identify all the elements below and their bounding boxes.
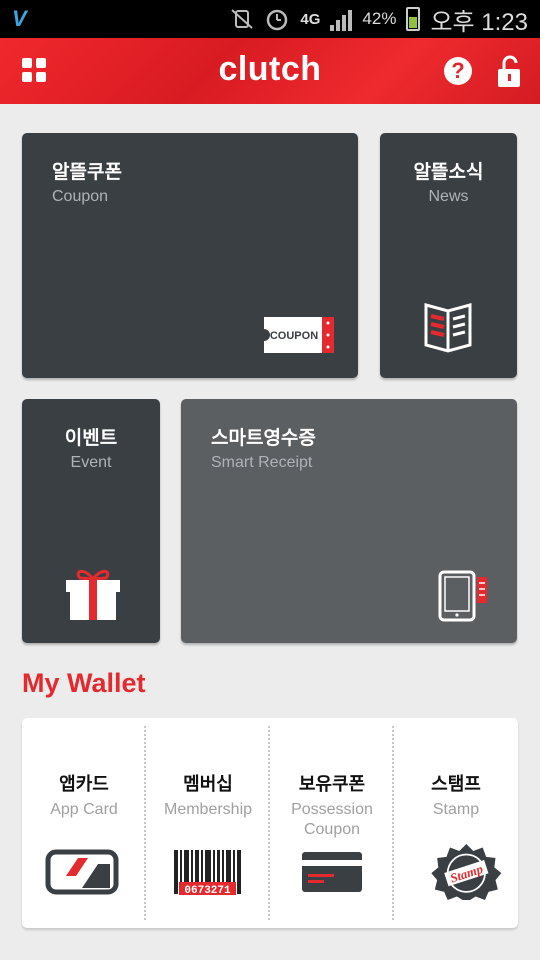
card-icon <box>302 852 362 892</box>
coupon-icon-text: COUPON <box>270 330 318 342</box>
gift-icon <box>66 569 120 620</box>
coupon-title-en: Coupon <box>52 188 109 205</box>
news-tile[interactable]: 알뜰소식 News <box>380 133 517 378</box>
news-book-icon <box>424 303 472 353</box>
stamp-label-en: Stamp <box>432 801 480 818</box>
unlock-icon[interactable] <box>497 54 521 88</box>
app-card-label-ko: 앱카드 <box>59 774 109 795</box>
barcode-icon: 0673271 <box>174 850 241 896</box>
coupon-icon: COUPON <box>264 317 334 353</box>
status-bar: V 4G 42% 오후 1:23 <box>0 0 540 38</box>
app-card-item[interactable]: 앱카드 App Card <box>22 718 146 928</box>
tablet-receipt-icon <box>438 570 487 622</box>
coupon-title-ko: 알뜰쿠폰 <box>52 161 122 183</box>
alarm-icon <box>267 9 288 31</box>
carrier-logo: V <box>12 6 27 31</box>
signal-icon <box>330 7 353 31</box>
barcode-number: 0673271 <box>184 885 231 896</box>
receipt-title-ko: 스마트영수증 <box>211 427 316 449</box>
event-title-ko: 이벤트 <box>64 427 118 449</box>
membership-label-en: Membership <box>163 801 253 818</box>
membership-label-ko: 멤버십 <box>183 774 233 795</box>
possession-coupon-label-ko: 보유쿠폰 <box>298 774 366 795</box>
status-icons: 4G 42% 오후 1:23 <box>230 4 528 36</box>
receipt-title-en: Smart Receipt <box>211 454 313 471</box>
stamp-item[interactable]: 스탬프 Stamp Stamp <box>394 718 518 928</box>
network-label: 4G <box>300 10 321 28</box>
vibrate-mute-icon <box>231 9 254 29</box>
stamp-label-ko: 스탬프 <box>431 774 481 795</box>
news-title-ko: 알뜰소식 <box>413 161 484 183</box>
help-icon[interactable]: ? <box>444 57 472 85</box>
possession-coupon-label-en: Possession Coupon <box>291 801 373 838</box>
wallet-panel: 앱카드 App Card 멤버십 Membership 0673271 보유쿠폰 <box>22 718 518 928</box>
news-title-en: News <box>428 188 469 205</box>
smart-receipt-tile[interactable]: 스마트영수증 Smart Receipt <box>181 399 517 643</box>
clock: 오후 1:23 <box>430 8 528 36</box>
stamp-icon: Stamp <box>431 844 502 900</box>
my-wallet-heading: My Wallet <box>22 668 146 698</box>
membership-item[interactable]: 멤버십 Membership 0673271 <box>146 718 270 928</box>
battery-icon <box>406 7 421 31</box>
event-title-en: Event <box>70 454 112 471</box>
app-header: clutch ? <box>0 38 540 104</box>
app-card-icon <box>45 849 119 895</box>
possession-coupon-item[interactable]: 보유쿠폰 Possession Coupon <box>270 718 394 928</box>
event-tile[interactable]: 이벤트 Event <box>22 399 160 643</box>
app-card-label-en: App Card <box>50 801 118 818</box>
coupon-tile[interactable]: 알뜰쿠폰 Coupon COUPON <box>22 133 358 378</box>
battery-percent: 42% <box>362 9 397 28</box>
